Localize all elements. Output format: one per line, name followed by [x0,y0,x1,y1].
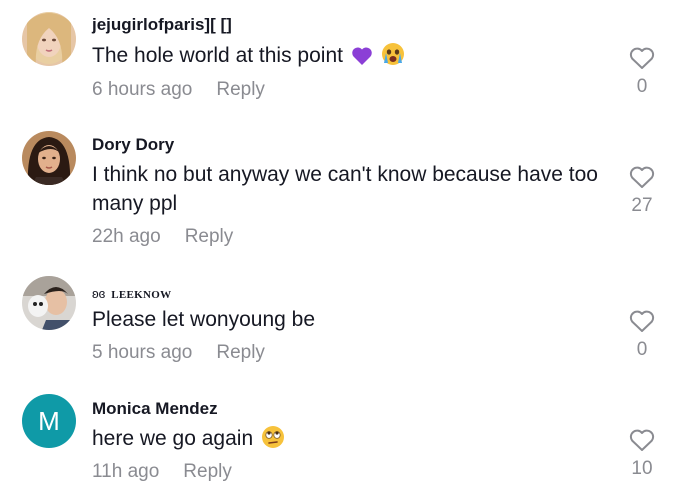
comment-meta: 5 hours ago Reply [92,342,265,364]
avatar[interactable] [22,276,76,330]
avatar[interactable]: M [22,394,76,448]
like-count: 0 [636,76,648,97]
comment-body: I think no but anyway we can't know beca… [92,163,598,215]
reply-button[interactable]: Reply [216,342,265,363]
like-count: 10 [631,458,653,479]
comment-meta: 22h ago Reply [92,226,233,248]
like-button[interactable]: 0 [622,310,662,361]
like-button[interactable]: 10 [622,429,662,480]
comment-username[interactable]: jejugirlofparis][ [] [92,15,232,35]
username-text[interactable]: Dory Dory [92,135,174,154]
avatar-letter: M [38,405,60,436]
reply-button[interactable]: Reply [183,461,232,482]
comment-text: Please let wonyoung be [92,305,612,334]
eye-roll-emoji-icon [261,425,285,457]
reply-button[interactable]: Reply [185,226,234,247]
comment-timestamp: 11h ago [92,461,160,482]
comment-timestamp: 22h ago [92,226,161,247]
avatar[interactable] [22,131,76,185]
avatar[interactable] [22,12,76,66]
comment-username[interactable]: Dory Dory [92,135,174,155]
comment-timestamp: 5 hours ago [92,342,193,363]
username-text[interactable]: Monica Mendez [92,399,218,418]
like-count: 0 [636,339,648,360]
username-text[interactable]: jejugirlofparis][ [] [92,15,232,34]
heart-icon[interactable] [629,47,655,70]
comment-text: here we go again [92,424,612,457]
comment-meta: 11h ago Reply [92,461,232,483]
crying-face-emoji-icon [381,42,405,74]
heart-icon[interactable] [629,310,655,333]
username-text[interactable]: LEEKNOW [111,289,171,301]
heart-icon[interactable] [629,166,655,189]
username-prefix: ʚɞ [92,286,106,301]
like-button[interactable]: 27 [622,166,662,217]
like-button[interactable]: 0 [622,47,662,98]
comment-username[interactable]: ʚɞ LEEKNOW [92,283,171,303]
heart-icon[interactable] [629,429,655,452]
comment-meta: 6 hours ago Reply [92,79,265,101]
comment-body: here we go again [92,427,254,450]
reply-button[interactable]: Reply [216,79,265,100]
purple-heart-emoji-icon [351,45,373,74]
comment-body: The hole world at this point [92,44,343,67]
comment-text: The hole world at this point [92,41,612,74]
comment-text: I think no but anyway we can't know beca… [92,160,602,218]
comment-timestamp: 6 hours ago [92,79,193,100]
comment-username[interactable]: Monica Mendez [92,399,218,419]
like-count: 27 [631,195,653,216]
comment-body: Please let wonyoung be [92,308,315,331]
